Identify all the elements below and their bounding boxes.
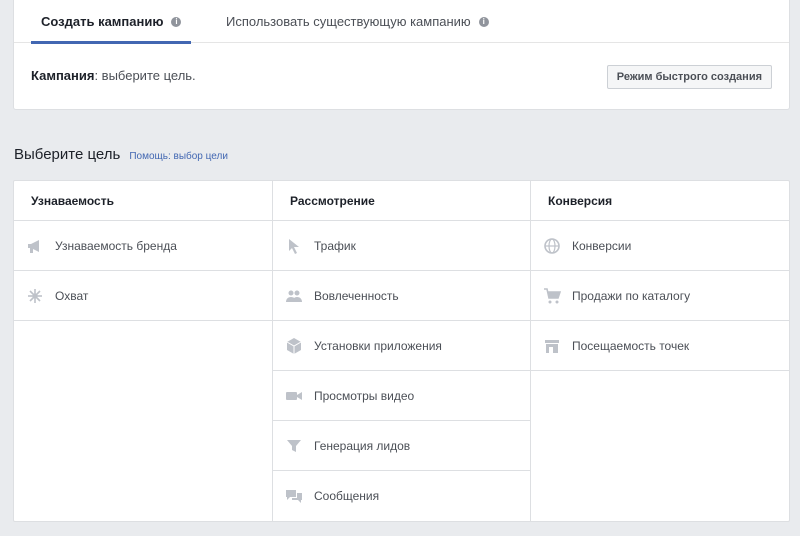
campaign-status: Кампания: выберите цель. bbox=[31, 68, 196, 83]
objective-messages[interactable]: Сообщения bbox=[273, 471, 530, 521]
objective-label: Трафик bbox=[314, 238, 356, 253]
objective-label: Просмотры видео bbox=[314, 388, 415, 403]
tab-create-campaign[interactable]: Создать кампанию i bbox=[31, 0, 192, 44]
page-title: Выберите цель bbox=[14, 146, 121, 163]
quick-create-button[interactable]: Режим быстрого создания bbox=[606, 65, 772, 89]
store-icon bbox=[543, 337, 561, 355]
info-icon[interactable]: i bbox=[171, 16, 182, 27]
objective-brand-awareness[interactable]: Узнаваемость бренда bbox=[14, 221, 272, 271]
video-camera-icon bbox=[285, 387, 303, 405]
objective-heading: Выберите цель Помощь: выбор цели bbox=[14, 146, 228, 163]
megaphone-icon bbox=[26, 237, 44, 255]
objective-store-visits[interactable]: Посещаемость точек bbox=[531, 321, 789, 371]
help-link[interactable]: Помощь: выбор цели bbox=[129, 151, 228, 162]
objective-label: Установки приложения bbox=[314, 338, 442, 353]
tab-label: Использовать существующую кампанию bbox=[226, 14, 471, 29]
column-header: Узнаваемость bbox=[14, 181, 272, 221]
objective-traffic[interactable]: Трафик bbox=[273, 221, 530, 271]
objective-lead-generation[interactable]: Генерация лидов bbox=[273, 421, 530, 471]
column-consideration: Рассмотрение Трафик Вовлеченность Устано… bbox=[273, 181, 531, 521]
people-icon bbox=[285, 287, 303, 305]
tab-label: Создать кампанию bbox=[41, 14, 164, 29]
column-header: Рассмотрение bbox=[273, 181, 530, 221]
campaign-text: : выберите цель. bbox=[94, 68, 196, 83]
objective-engagement[interactable]: Вовлеченность bbox=[273, 271, 530, 321]
cursor-icon bbox=[285, 237, 303, 255]
globe-icon bbox=[543, 237, 561, 255]
objective-catalog-sales[interactable]: Продажи по каталогу bbox=[531, 271, 789, 321]
info-icon[interactable]: i bbox=[478, 16, 489, 27]
funnel-icon bbox=[285, 437, 303, 455]
objective-label: Вовлеченность bbox=[314, 288, 399, 303]
campaign-label: Кампания bbox=[31, 68, 95, 83]
reach-icon bbox=[26, 287, 44, 305]
objective-video-views[interactable]: Просмотры видео bbox=[273, 371, 530, 421]
objective-label: Конверсии bbox=[572, 238, 632, 253]
objective-label: Посещаемость точек bbox=[572, 338, 690, 353]
column-header: Конверсия bbox=[531, 181, 789, 221]
chat-bubbles-icon bbox=[285, 487, 303, 505]
tab-existing-campaign[interactable]: Использовать существующую кампанию i bbox=[226, 0, 489, 43]
column-awareness: Узнаваемость Узнаваемость бренда Охват bbox=[14, 181, 273, 521]
objective-conversions[interactable]: Конверсии bbox=[531, 221, 789, 271]
objective-label: Продажи по каталогу bbox=[572, 288, 691, 303]
objective-label: Охват bbox=[55, 288, 89, 303]
column-conversion: Конверсия Конверсии Продажи по каталогу … bbox=[531, 181, 789, 521]
objective-app-installs[interactable]: Установки приложения bbox=[273, 321, 530, 371]
campaign-tabs: Создать кампанию i Использовать существу… bbox=[14, 0, 789, 44]
campaign-card: Создать кампанию i Использовать существу… bbox=[13, 0, 790, 110]
objective-reach[interactable]: Охват bbox=[14, 271, 272, 321]
objective-grid: Узнаваемость Узнаваемость бренда Охват Р… bbox=[13, 180, 790, 522]
objective-label: Сообщения bbox=[314, 489, 380, 503]
objective-label: Узнаваемость бренда bbox=[55, 238, 177, 253]
box-icon bbox=[285, 337, 303, 355]
objective-label: Генерация лидов bbox=[314, 438, 411, 453]
shopping-cart-icon bbox=[543, 287, 561, 305]
